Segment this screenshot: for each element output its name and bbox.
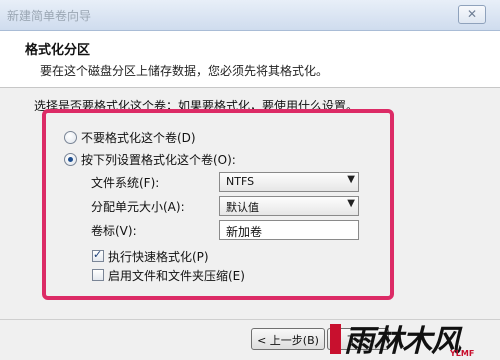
- back-button[interactable]: < 上一步(B): [251, 328, 325, 350]
- title-bar: 新建简单卷向导 ✕: [0, 0, 500, 31]
- compression-checkbox[interactable]: [92, 269, 104, 281]
- page-title: 格式化分区: [25, 43, 91, 58]
- chevron-down-icon: ▼: [347, 198, 355, 209]
- allocation-unit-value: 默认值: [226, 201, 259, 214]
- format-radio[interactable]: [64, 153, 77, 166]
- compression-label[interactable]: 启用文件和文件夹压缩(E): [108, 267, 245, 284]
- watermark-subtext: YLMF: [450, 349, 475, 358]
- close-icon: ✕: [466, 7, 478, 21]
- wizard-header: 格式化分区 要在这个磁盘分区上储存数据，您必须先将其格式化。: [0, 31, 500, 88]
- no-format-label[interactable]: 不要格式化这个卷(D): [81, 129, 196, 146]
- file-system-label: 文件系统(F):: [91, 176, 160, 190]
- no-format-radio[interactable]: [64, 131, 77, 144]
- watermark-text: 雨林木风: [344, 324, 461, 359]
- quick-format-checkbox[interactable]: [92, 248, 104, 262]
- wizard-content: 选择是否要格式化这个卷；如果要格式化，要使用什么设置。 不要格式化这个卷(D) …: [0, 88, 500, 319]
- window-title: 新建简单卷向导: [7, 9, 92, 23]
- watermark-logo: 雨林木风 YLMF: [330, 316, 500, 359]
- chevron-down-icon: ▼: [347, 174, 355, 185]
- file-system-select[interactable]: NTFS ▼: [219, 172, 359, 192]
- watermark-red-block: [330, 324, 341, 354]
- close-button[interactable]: ✕: [458, 5, 486, 24]
- volume-label-input[interactable]: 新加卷: [219, 220, 359, 240]
- allocation-unit-select[interactable]: 默认值 ▼: [219, 196, 359, 216]
- quick-format-label[interactable]: 执行快速格式化(P): [108, 248, 209, 265]
- back-button-label: < 上一步(B): [257, 334, 319, 347]
- file-system-value: NTFS: [226, 175, 255, 188]
- volume-label-value: 新加卷: [226, 225, 263, 239]
- allocation-unit-label: 分配单元大小(A):: [91, 200, 185, 214]
- page-subtitle: 要在这个磁盘分区上储存数据，您必须先将其格式化。: [40, 64, 329, 78]
- format-label[interactable]: 按下列设置格式化这个卷(O):: [81, 151, 236, 168]
- volume-label-label: 卷标(V):: [91, 224, 137, 238]
